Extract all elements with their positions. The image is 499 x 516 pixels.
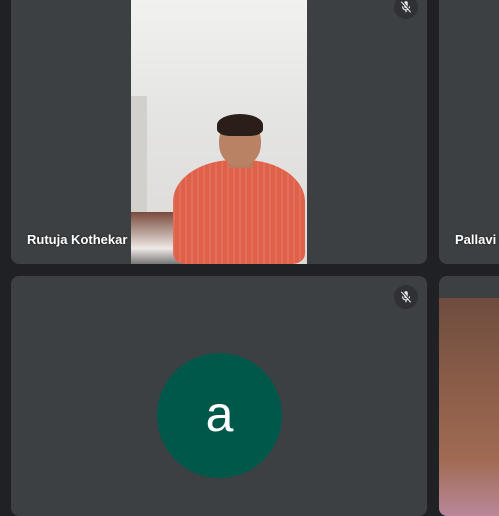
participant-name: Rutuja Kothekar [27, 232, 128, 247]
participant-video [439, 298, 499, 516]
mic-off-icon [400, 0, 412, 13]
participant-tile-avatar[interactable]: a [11, 276, 427, 516]
avatar: a [157, 353, 282, 478]
mic-off-icon [400, 290, 412, 303]
avatar-letter: a [205, 385, 234, 442]
participant-tile-video[interactable] [439, 276, 499, 516]
person-body [173, 160, 305, 264]
participant-tile-pallavi[interactable]: Pallavi [439, 0, 499, 264]
participant-video [131, 0, 307, 264]
participant-name: Pallavi [455, 232, 497, 247]
mic-off-indicator [394, 0, 418, 19]
participant-tile-rutuja[interactable]: Rutuja Kothekar [11, 0, 427, 264]
person-hair [217, 114, 263, 136]
mic-off-indicator [394, 285, 418, 309]
